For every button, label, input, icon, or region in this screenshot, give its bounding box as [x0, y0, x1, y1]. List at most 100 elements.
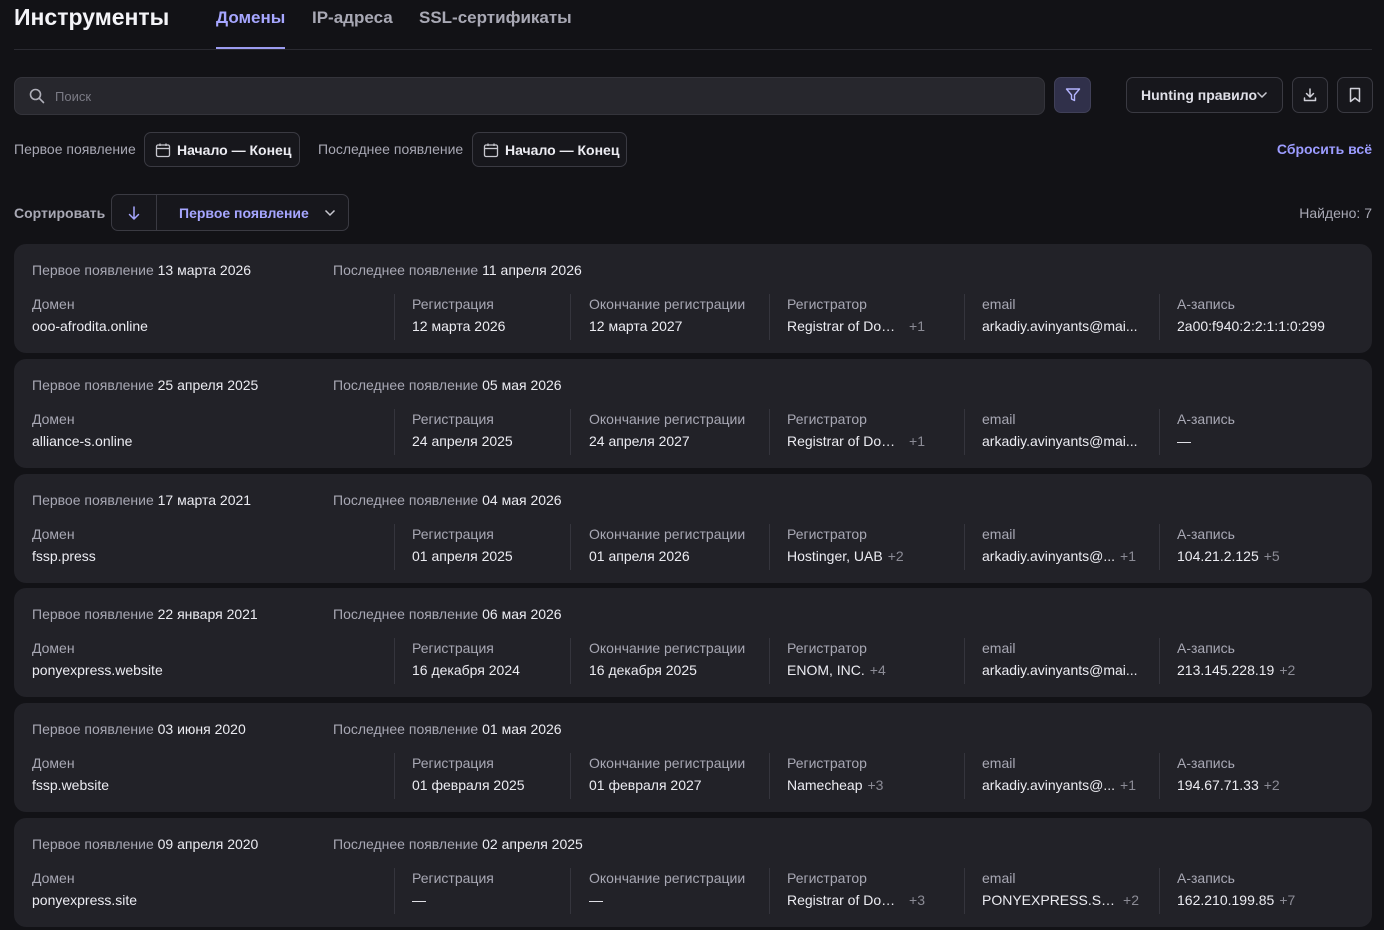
expiration-value: —: [589, 892, 603, 908]
domain-card[interactable]: Первое появление 13 марта 2026 Последнее …: [14, 244, 1372, 353]
more-count-badge[interactable]: +2: [1279, 662, 1295, 678]
more-count-badge[interactable]: +4: [870, 662, 886, 678]
sort-dropdown[interactable]: Первое появление: [111, 194, 349, 231]
a-record-value: 213.145.228.19: [1177, 662, 1275, 678]
search-input[interactable]: [55, 78, 1025, 114]
last-seen-label: Последнее появление: [333, 262, 479, 278]
field-expiration: Окончание регистрации 01 февраля 2027: [589, 755, 769, 797]
field-domain: Домен fssp.website: [32, 755, 372, 797]
field-label: Окончание регистрации: [589, 640, 746, 656]
domain-card[interactable]: Первое появление 25 апреля 2025 Последнее…: [14, 359, 1372, 468]
last-seen-date: 11 апреля 2026: [482, 262, 582, 278]
field-email: email arkadiy.avinyants@... +1: [982, 526, 1139, 568]
tab-domains[interactable]: Домены: [216, 8, 286, 49]
field-label: Окончание регистрации: [589, 755, 746, 771]
results-count: Найдено: 7: [1299, 205, 1372, 221]
first-seen-filter-label: Первое появление: [14, 141, 136, 157]
registrar-value: ENOM, INC.: [787, 662, 865, 678]
column-divider: [964, 868, 965, 914]
last-seen-info: Последнее появление 01 мая 2026: [333, 721, 562, 737]
column-divider: [769, 753, 770, 799]
registrar-value: Namecheap: [787, 777, 863, 793]
last-seen-date: 04 мая 2026: [482, 492, 562, 508]
more-count-badge[interactable]: +5: [1264, 548, 1280, 564]
bookmark-button[interactable]: [1337, 77, 1373, 113]
column-divider: [769, 868, 770, 914]
more-count-badge[interactable]: +3: [868, 777, 884, 793]
field-value: ponyexpress.website: [32, 662, 372, 678]
field-value: —: [1177, 433, 1337, 449]
a-record-value: 104.21.2.125: [1177, 548, 1259, 564]
field-a-record: A-запись 2a00:f940:2:2:1:1:0:299: [1177, 296, 1337, 338]
first-seen-label: Первое появление: [32, 377, 154, 393]
field-label: Домен: [32, 411, 75, 427]
more-count-badge[interactable]: +1: [909, 433, 925, 449]
email-value: arkadiy.avinyants@...: [982, 548, 1116, 564]
more-count-badge[interactable]: +1: [1120, 777, 1136, 793]
column-divider: [570, 294, 571, 340]
domain-value[interactable]: fssp.website: [32, 777, 109, 793]
field-email: email arkadiy.avinyants@mai...: [982, 411, 1139, 453]
chevron-down-icon: [324, 209, 336, 217]
registrar-value: Registrar of Domain...: [787, 892, 904, 908]
domain-value[interactable]: ponyexpress.site: [32, 892, 137, 908]
registration-value: 01 февраля 2025: [412, 777, 525, 793]
registration-value: 01 апреля 2025: [412, 548, 513, 564]
field-label: Домен: [32, 296, 75, 312]
first-seen-date: 13 марта 2026: [157, 262, 252, 278]
domain-value[interactable]: ooo-afrodita.online: [32, 318, 148, 334]
arrow-down-icon: [128, 205, 140, 220]
field-label: Регистратор: [787, 755, 867, 771]
field-label: A-запись: [1177, 526, 1235, 542]
field-value: 104.21.2.125 +5: [1177, 548, 1337, 564]
first-seen-date: 09 апреля 2020: [157, 836, 259, 852]
reset-all-button[interactable]: Сбросить всё: [1277, 141, 1372, 157]
first-seen-info: Первое появление 03 июня 2020: [32, 721, 246, 737]
first-seen-date: 03 июня 2020: [157, 721, 246, 737]
first-seen-date: 22 января 2021: [157, 606, 258, 622]
last-seen-label: Последнее появление: [333, 721, 479, 737]
field-label: Домен: [32, 755, 75, 771]
column-divider: [394, 868, 395, 914]
column-divider: [394, 753, 395, 799]
sort-direction-toggle[interactable]: [112, 195, 157, 230]
field-value: arkadiy.avinyants@... +1: [982, 777, 1139, 793]
field-a-record: A-запись 162.210.199.85 +7: [1177, 870, 1337, 912]
domain-value[interactable]: ponyexpress.website: [32, 662, 163, 678]
domain-card[interactable]: Первое появление 22 января 2021 Последнее…: [14, 588, 1372, 697]
field-registration: Регистрация 16 декабря 2024: [412, 640, 562, 682]
domain-value[interactable]: fssp.press: [32, 548, 96, 564]
last-seen-date-range[interactable]: Начало — Конец: [472, 132, 627, 167]
field-value: Hostinger, UAB +2: [787, 548, 925, 564]
more-count-badge[interactable]: +2: [888, 548, 904, 564]
more-count-badge[interactable]: +3: [909, 892, 925, 908]
more-count-badge[interactable]: +1: [1120, 548, 1136, 564]
tab-ip-addresses[interactable]: IP-адреса: [312, 8, 393, 49]
column-divider: [1159, 409, 1160, 455]
field-label: Регистрация: [412, 411, 494, 427]
column-divider: [570, 638, 571, 684]
download-button[interactable]: [1292, 77, 1328, 113]
registrar-value: Registrar of Domain...: [787, 318, 904, 334]
filter-button[interactable]: [1054, 77, 1091, 113]
hunting-rule-dropdown[interactable]: Hunting правило: [1126, 77, 1283, 113]
domain-card[interactable]: Первое появление 03 июня 2020 Последнее п…: [14, 703, 1372, 812]
more-count-badge[interactable]: +2: [1123, 892, 1139, 908]
expiration-value: 12 марта 2027: [589, 318, 683, 334]
field-expiration: Окончание регистрации 12 марта 2027: [589, 296, 769, 338]
more-count-badge[interactable]: +1: [909, 318, 925, 334]
column-divider: [1159, 294, 1160, 340]
field-label: A-запись: [1177, 411, 1235, 427]
results-count-label: Найдено:: [1299, 205, 1361, 221]
search-icon: [29, 88, 45, 104]
domain-value[interactable]: alliance-s.online: [32, 433, 132, 449]
field-value: fssp.press: [32, 548, 372, 564]
first-seen-date-range[interactable]: Начало — Конец: [144, 132, 300, 167]
domain-card[interactable]: Первое появление 09 апреля 2020 Последнее…: [14, 818, 1372, 927]
more-count-badge[interactable]: +7: [1279, 892, 1295, 908]
a-record-value: 2a00:f940:2:2:1:1:0:299: [1177, 318, 1325, 334]
domain-card[interactable]: Первое появление 17 марта 2021 Последнее …: [14, 474, 1372, 583]
more-count-badge[interactable]: +2: [1264, 777, 1280, 793]
field-value: arkadiy.avinyants@mai...: [982, 662, 1139, 678]
tab-ssl-certificates[interactable]: SSL-сертификаты: [419, 8, 572, 49]
